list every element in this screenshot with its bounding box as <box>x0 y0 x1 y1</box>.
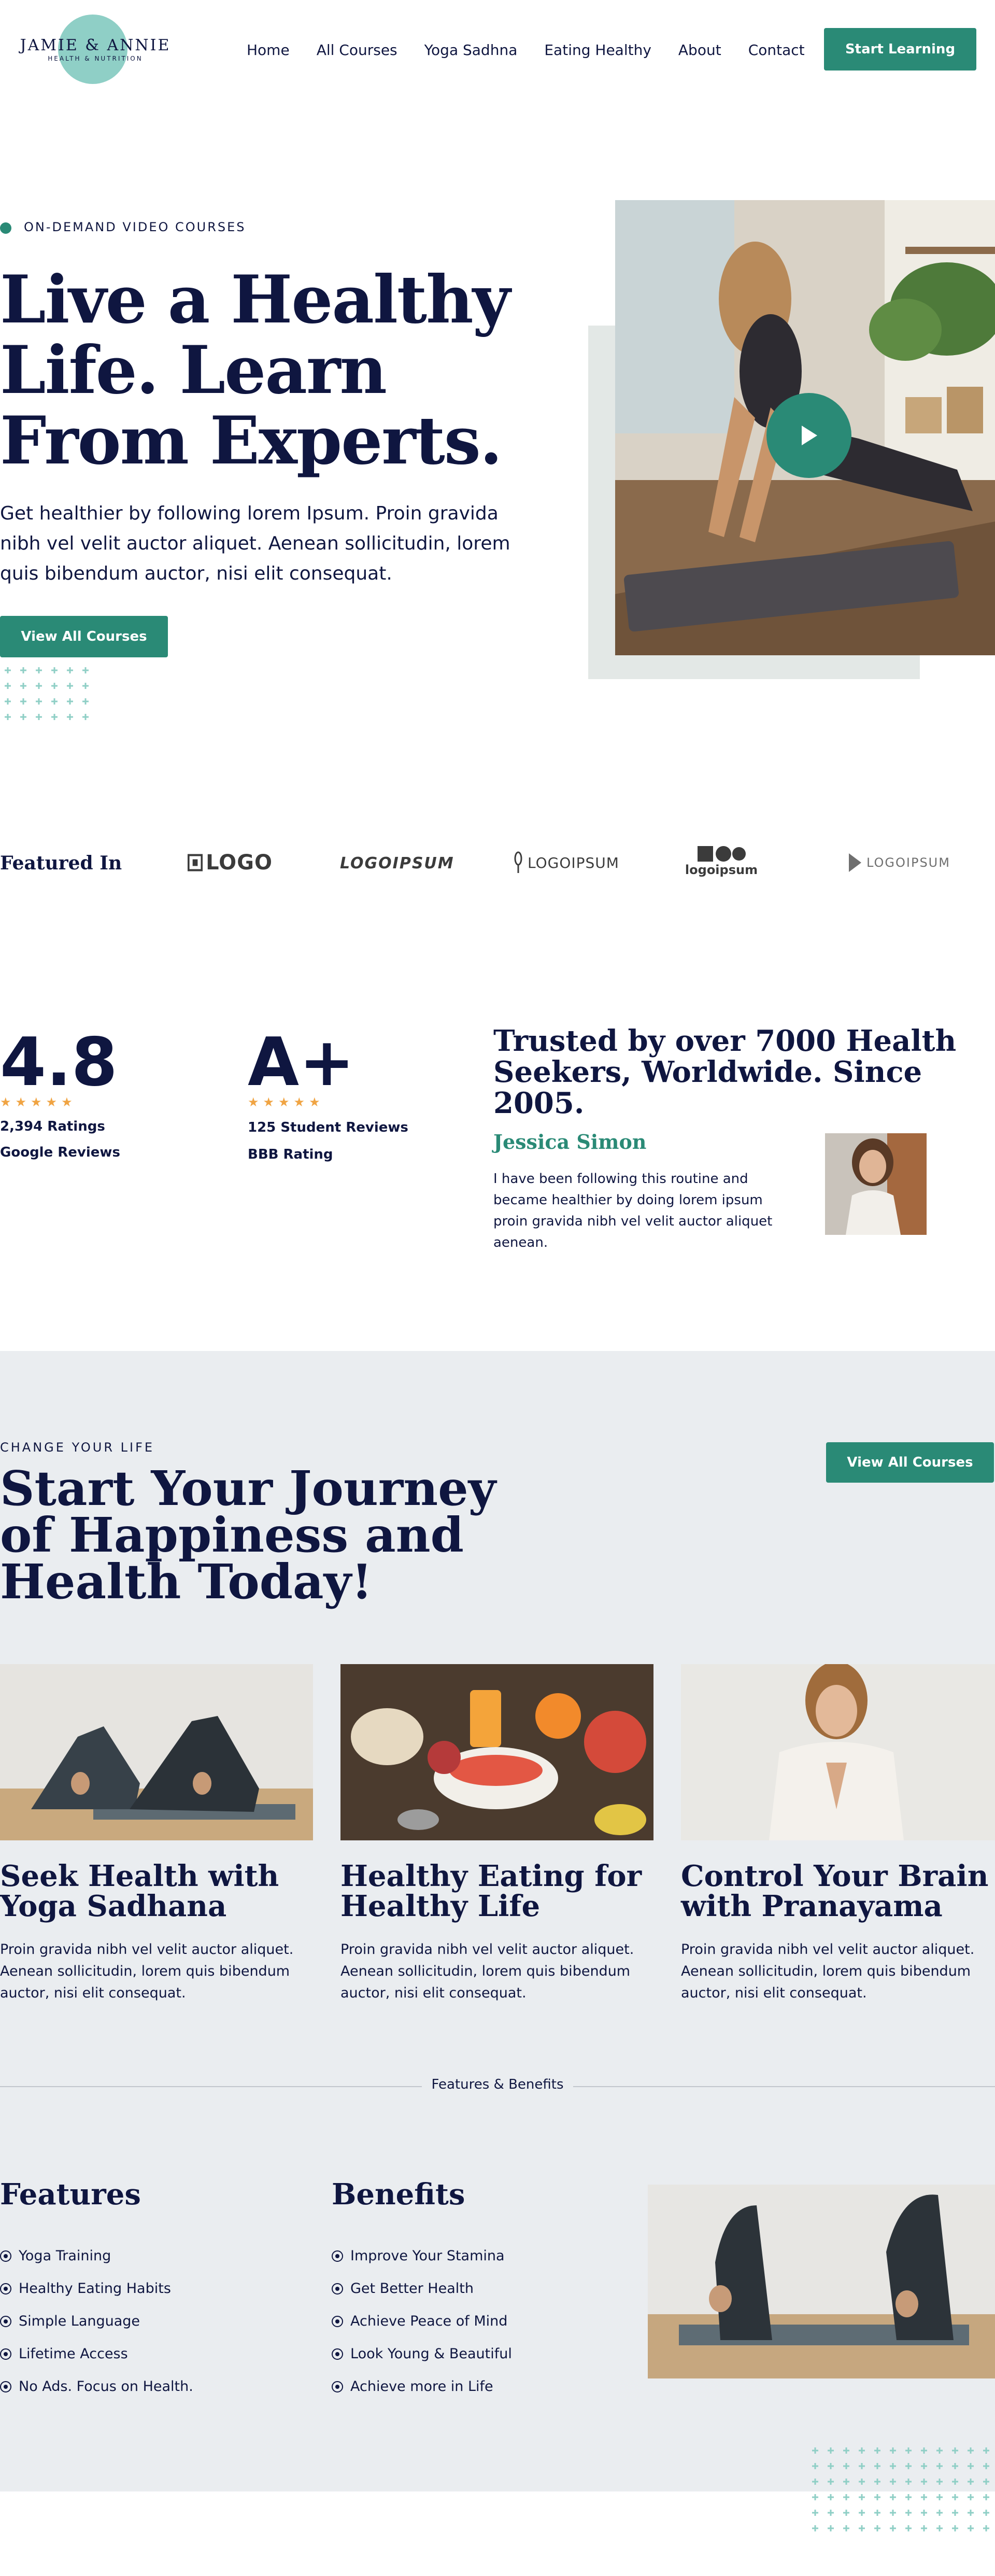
radio-bullet-icon <box>0 2315 11 2327</box>
card-pranayama-image[interactable] <box>681 1664 995 1840</box>
trusted-heading: Trusted by over 7000 Health Seekers, Wor… <box>493 1024 957 1120</box>
nav-yoga-sadhna[interactable]: Yoga Sadhna <box>424 41 518 59</box>
radio-bullet-icon <box>332 2315 343 2327</box>
hero-title: Live a Healthy Life. Learn From Experts. <box>0 261 510 479</box>
grade-source: BBB Rating <box>248 1147 333 1162</box>
radio-bullet-icon <box>332 2381 343 2392</box>
card-pranayama-title[interactable]: Control Your Brain with Pranayama <box>681 1861 995 1921</box>
play-icon <box>802 426 817 445</box>
brand-tagline: HEALTH & NUTRITION <box>48 55 143 62</box>
benefits-title: Benefits <box>332 2177 465 2212</box>
grade-count: 125 Student Reviews <box>248 1120 408 1135</box>
benefits-list-item: Achieve more in Life <box>332 2370 643 2403</box>
dot-pattern-decoration <box>0 663 93 723</box>
grade-stars-icon: ★★★★★ <box>248 1095 324 1109</box>
divider-line-right <box>573 2086 995 2087</box>
benefits-list-item: Get Better Health <box>332 2272 643 2305</box>
features-list-item: Lifetime Access <box>0 2338 311 2370</box>
features-list-item: No Ads. Focus on Health. <box>0 2370 311 2403</box>
radio-bullet-icon <box>0 2348 11 2360</box>
card-yoga-text: Proin gravida nibh vel velit auctor aliq… <box>0 1941 294 2001</box>
features-list-item: Yoga Training <box>0 2240 311 2272</box>
nav-contact[interactable]: Contact <box>748 41 805 59</box>
rating-count: 2,394 Ratings <box>0 1119 105 1134</box>
card-eating-title[interactable]: Healthy Eating for Healthy Life <box>340 1861 653 1921</box>
features-title: Features <box>0 2177 141 2212</box>
radio-bullet-icon <box>332 2348 343 2360</box>
benefits-list-item: Improve Your Stamina <box>332 2240 643 2272</box>
rating-stars-icon: ★★★★★ <box>0 1095 77 1109</box>
nav-home[interactable]: Home <box>247 41 290 59</box>
features-list-item: Healthy Eating Habits <box>0 2272 311 2305</box>
grade-value: A+ <box>248 1024 355 1101</box>
featured-logo-2: LOGOIPSUM <box>340 854 454 872</box>
features-list-item: Simple Language <box>0 2305 311 2338</box>
features-benefits-divider-label: Features & Benefits <box>431 2077 564 2092</box>
radio-bullet-icon <box>0 2250 11 2262</box>
featured-logo-5: LOGOIPSUM <box>848 852 950 873</box>
rating-value: 4.8 <box>0 1024 118 1101</box>
features-list: Yoga Training Healthy Eating Habits Simp… <box>0 2240 311 2403</box>
card-yoga-image[interactable] <box>0 1664 313 1840</box>
journey-title: Start Your Journey of Happiness and Heal… <box>0 1460 496 1610</box>
rating-source: Google Reviews <box>0 1145 120 1160</box>
dot-pattern-decoration <box>807 2443 995 2536</box>
radio-bullet-icon <box>332 2250 343 2262</box>
divider-line-left <box>0 2086 422 2087</box>
featured-in-label: Featured In <box>0 852 122 874</box>
view-all-courses-button[interactable]: View All Courses <box>0 616 168 657</box>
features-yoga-image <box>648 2185 995 2378</box>
radio-bullet-icon <box>332 2283 343 2295</box>
benefits-list: Improve Your Stamina Get Better Health A… <box>332 2240 643 2403</box>
nav-all-courses[interactable]: All Courses <box>317 41 397 59</box>
benefits-list-item: Achieve Peace of Mind <box>332 2305 643 2338</box>
nav-about[interactable]: About <box>678 41 721 59</box>
benefits-list-item: Look Young & Beautiful <box>332 2338 643 2370</box>
card-eating-text: Proin gravida nibh vel velit auctor aliq… <box>340 1941 634 2001</box>
nav-eating-healthy[interactable]: Eating Healthy <box>544 41 651 59</box>
radio-bullet-icon <box>0 2381 11 2392</box>
main-nav: Home All Courses Yoga Sadhna Eating Heal… <box>247 41 805 59</box>
featured-logo-4: logoipsum <box>685 845 758 877</box>
card-yoga-title[interactable]: Seek Health with Yoga Sadhana <box>0 1861 313 1921</box>
play-button[interactable] <box>766 393 851 478</box>
radio-bullet-icon <box>0 2283 11 2295</box>
journey-view-all-courses-button[interactable]: View All Courses <box>826 1442 994 1483</box>
eyebrow-dot-icon <box>0 222 11 234</box>
brand-name[interactable]: JAMIE & ANNIE <box>18 36 173 54</box>
featured-logo-1: LOGO <box>188 851 273 875</box>
featured-logo-3: LOGOIPSUM <box>514 851 619 874</box>
testimonial-text: I have been following this routine and b… <box>493 1171 773 1250</box>
start-learning-button[interactable]: Start Learning <box>824 28 976 71</box>
journey-eyebrow: CHANGE YOUR LIFE <box>0 1440 155 1455</box>
hero-eyebrow: ON-DEMAND VIDEO COURSES <box>24 220 246 234</box>
testimonial-avatar <box>825 1133 927 1235</box>
card-eating-image[interactable] <box>340 1664 653 1840</box>
card-pranayama-text: Proin gravida nibh vel velit auctor aliq… <box>681 1941 975 2001</box>
testimonial-name: Jessica Simon <box>493 1130 647 1153</box>
hero-text: Get healthier by following lorem Ipsum. … <box>0 503 510 584</box>
